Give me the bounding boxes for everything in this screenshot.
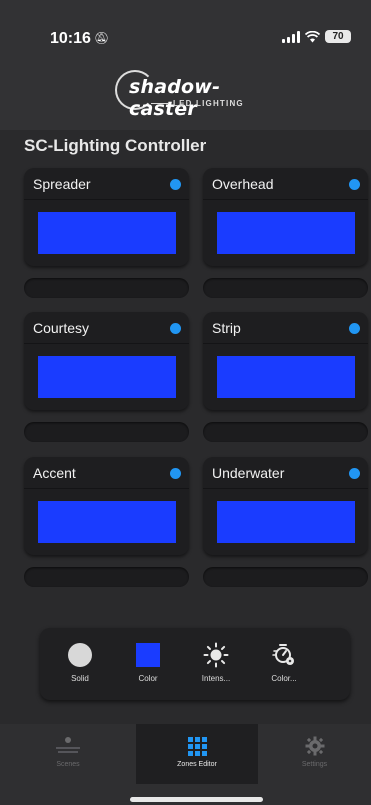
zone-status-dot[interactable]: [170, 323, 181, 334]
zone-card[interactable]: Strip: [203, 312, 368, 410]
cellular-signal-icon: [282, 30, 300, 43]
zone-card[interactable]: Courtesy: [24, 312, 189, 410]
home-indicator[interactable]: [130, 797, 263, 802]
mode-label: Solid: [71, 674, 89, 683]
zone-courtesy: Courtesy: [24, 312, 189, 442]
logo-wordmark: shadow-caster: [129, 76, 221, 120]
zone-card[interactable]: Spreader: [24, 168, 189, 266]
tab-settings[interactable]: Settings: [258, 724, 371, 784]
zone-status-dot[interactable]: [349, 323, 360, 334]
mode-label: Color...: [271, 674, 297, 683]
status-indicators: 70: [282, 30, 351, 43]
color-cycle-icon: [272, 644, 294, 665]
zone-card[interactable]: Overhead: [203, 168, 368, 266]
status-bar: 10:16 🔕︎ 70: [0, 0, 371, 56]
zone-status-dot[interactable]: [170, 179, 181, 190]
zone-status-dot[interactable]: [349, 179, 360, 190]
zone-color-swatch[interactable]: [38, 501, 176, 543]
logo-divider: [151, 103, 169, 104]
status-time: 10:16: [50, 30, 91, 47]
zone-color-swatch[interactable]: [38, 212, 176, 254]
wifi-icon: [305, 30, 320, 42]
tab-label: Zones Editor: [177, 761, 217, 768]
zone-name: Overhead: [212, 176, 274, 192]
zone-overhead: Overhead: [203, 168, 368, 298]
mode-color-button[interactable]: Color: [116, 642, 180, 683]
zone-color-swatch[interactable]: [217, 212, 355, 254]
zone-color-swatch[interactable]: [217, 356, 355, 398]
zone-brightness-slider[interactable]: [24, 567, 189, 587]
zone-underwater: Underwater: [203, 457, 368, 587]
tab-zones-editor[interactable]: Zones Editor: [136, 724, 258, 784]
mode-label: Color: [138, 674, 158, 683]
zone-header: Spreader: [24, 168, 189, 200]
zone-accent: Accent: [24, 457, 189, 587]
zone-spreader: Spreader: [24, 168, 189, 298]
zone-brightness-slider[interactable]: [203, 278, 368, 298]
zone-brightness-slider[interactable]: [24, 278, 189, 298]
scenes-icon: [56, 737, 80, 753]
zone-name: Courtesy: [33, 320, 90, 336]
zone-card[interactable]: Accent: [24, 457, 189, 555]
solid-circle-icon: [68, 643, 92, 667]
page-title: SC-Lighting Controller: [24, 136, 207, 155]
zone-name: Spreader: [33, 176, 91, 192]
zone-brightness-slider[interactable]: [203, 567, 368, 587]
zone-brightness-slider[interactable]: [203, 422, 368, 442]
brand-logo: shadow-caster LED LIGHTING: [115, 70, 277, 120]
zone-header: Overhead: [203, 168, 368, 200]
gear-icon: [305, 736, 324, 756]
zone-name: Accent: [33, 465, 76, 481]
zone-header: Underwater: [203, 457, 368, 489]
zone-card[interactable]: Underwater: [203, 457, 368, 555]
zone-name: Strip: [212, 320, 241, 336]
zone-header: Accent: [24, 457, 189, 489]
zone-header: Strip: [203, 312, 368, 344]
mode-intensity-button[interactable]: Intens...: [184, 642, 248, 683]
zone-brightness-slider[interactable]: [24, 422, 189, 442]
app-header: shadow-caster LED LIGHTING: [0, 56, 371, 130]
tab-scenes[interactable]: Scenes: [0, 724, 136, 784]
tab-bar: Scenes Zones Editor Settings: [0, 724, 371, 805]
zone-header: Courtesy: [24, 312, 189, 344]
bell-muted-icon: 🔕︎: [94, 31, 110, 45]
battery-icon: 70: [325, 30, 351, 43]
mode-color-cycle-button[interactable]: Color...: [252, 642, 316, 683]
zone-strip: Strip: [203, 312, 368, 442]
zone-status-dot[interactable]: [349, 468, 360, 479]
zone-color-swatch[interactable]: [38, 356, 176, 398]
mode-solid-button[interactable]: Solid: [48, 642, 112, 683]
tab-label: Settings: [301, 761, 328, 768]
mode-label: Intens...: [201, 674, 231, 683]
zone-status-dot[interactable]: [170, 468, 181, 479]
mode-toolbar: Solid Color Intens... Color...: [40, 628, 350, 700]
logo-tagline: LED LIGHTING: [173, 99, 244, 108]
tab-label: Scenes: [56, 761, 80, 768]
zone-color-swatch[interactable]: [217, 501, 355, 543]
color-swatch-icon: [136, 643, 160, 667]
grid-icon: [187, 736, 207, 756]
zone-name: Underwater: [212, 465, 285, 481]
sun-icon: [203, 642, 229, 668]
